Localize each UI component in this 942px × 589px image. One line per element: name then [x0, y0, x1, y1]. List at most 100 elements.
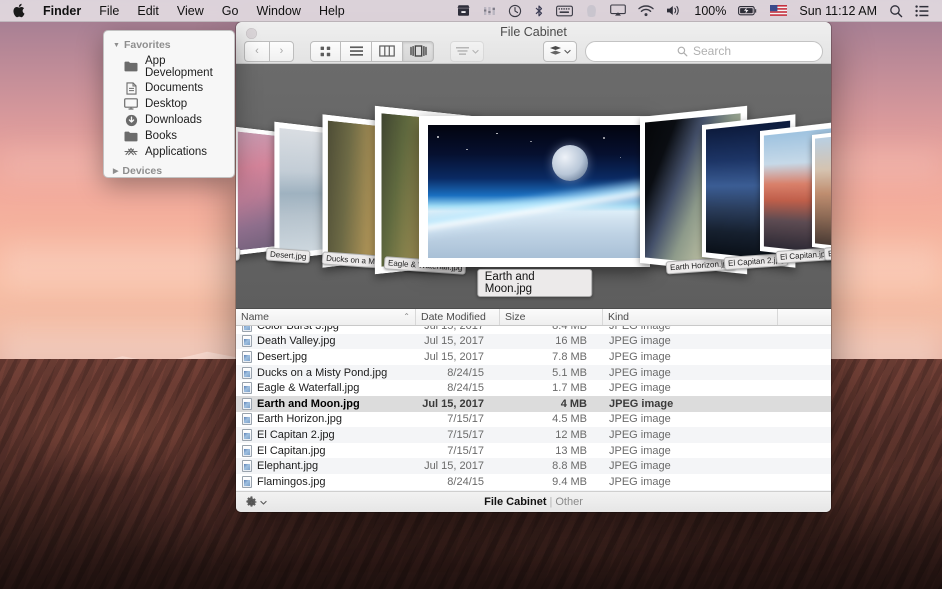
menu-item-view[interactable]: View	[168, 0, 213, 22]
sidebar-item-label: Downloads	[145, 114, 202, 126]
column-header-name[interactable]: Name ⌃	[236, 309, 416, 325]
table-row[interactable]: Desert.jpgJul 15, 20177.8 MBJPEG image	[236, 349, 831, 365]
jpeg-file-icon	[242, 445, 252, 457]
sidebar-item-documents[interactable]: Documents	[104, 80, 234, 96]
coverflow-view-icon[interactable]	[403, 41, 434, 62]
list-view-icon[interactable]	[341, 41, 372, 62]
finder-window[interactable]: File Cabinet ‹ ›	[236, 22, 831, 512]
table-row[interactable]: Ducks on a Misty Pond.jpg8/24/155.1 MBJP…	[236, 365, 831, 381]
download-icon	[124, 114, 138, 127]
finder-titlebar[interactable]: File Cabinet ‹ ›	[236, 22, 831, 64]
file-name-cell[interactable]: El Capitan.jpg	[236, 445, 416, 457]
jpeg-file-icon	[242, 429, 252, 441]
file-name-cell[interactable]: Ducks on a Misty Pond.jpg	[236, 367, 416, 379]
file-name-label: Death Valley.jpg	[257, 335, 335, 347]
table-row[interactable]: Eagle & Waterfall.jpg8/24/151.7 MBJPEG i…	[236, 380, 831, 396]
triangle-right-icon[interactable]: ▶	[113, 167, 118, 175]
menu-bar-apps: Finder File Edit View Go Window Help	[0, 0, 354, 22]
dropbox-icon[interactable]	[450, 0, 477, 22]
kind-cell: JPEG image	[603, 445, 778, 457]
menu-item-window[interactable]: Window	[247, 0, 309, 22]
menu-item-help[interactable]: Help	[310, 0, 354, 22]
bluetooth-icon[interactable]	[528, 0, 550, 22]
battery-charging-icon[interactable]	[732, 0, 764, 22]
us-flag-icon[interactable]	[764, 0, 793, 22]
triangle-down-icon[interactable]: ▼	[113, 42, 120, 49]
table-row[interactable]: Flamingos.jpg8/24/159.4 MBJPEG image	[236, 474, 831, 490]
volume-icon[interactable]	[660, 0, 688, 22]
back-button[interactable]: ‹	[244, 41, 269, 62]
file-name-cell[interactable]: Earth and Moon.jpg	[236, 398, 416, 410]
sidebar-item-applications[interactable]: Applications	[104, 144, 234, 160]
group-items-icon[interactable]	[543, 41, 577, 62]
file-name-cell[interactable]: Flamingos.jpg	[236, 476, 416, 488]
sidebar-group-devices[interactable]: ▶ Devices	[104, 163, 234, 179]
file-name-cell[interactable]: Earth Horizon.jpg	[236, 413, 416, 425]
search-input[interactable]: Search	[585, 41, 823, 62]
sidebar-group-favorites[interactable]: ▼ Favorites	[104, 37, 234, 53]
table-row[interactable]: Elephant.jpgJul 15, 20178.8 MBJPEG image	[236, 458, 831, 474]
sidebar-item-desktop[interactable]: Desktop	[104, 96, 234, 112]
sidebar-item-app-development[interactable]: App Development	[104, 53, 234, 80]
file-name-label: Ducks on a Misty Pond.jpg	[257, 367, 387, 379]
coverflow-selected-item[interactable]: Earth and Moon.jpg	[419, 116, 650, 267]
sidebar-popover[interactable]: ▼ Favorites App Development Documents De…	[103, 30, 235, 178]
table-row[interactable]: El Capitan 2.jpg7/15/1712 MBJPEG image	[236, 427, 831, 443]
siri-icon[interactable]	[579, 0, 604, 22]
equalizer-icon[interactable]	[477, 0, 502, 22]
sidebar-item-label: Documents	[145, 82, 203, 94]
sidebar-item-label: Desktop	[145, 98, 187, 110]
table-row[interactable]: Color Burst 3.jpgJul 15, 20178.4 MBJPEG …	[236, 326, 831, 334]
column-header-kind[interactable]: Kind	[603, 309, 778, 325]
kind-cell: JPEG image	[603, 382, 778, 394]
menu-item-edit[interactable]: Edit	[128, 0, 168, 22]
sidebar-item-downloads[interactable]: Downloads	[104, 112, 234, 128]
menu-item-finder[interactable]: Finder	[34, 0, 90, 22]
tag-primary-label[interactable]: File Cabinet	[484, 496, 546, 508]
icon-view-icon[interactable]	[310, 41, 341, 62]
arrange-by-icon[interactable]	[450, 41, 484, 62]
apple-logo-icon[interactable]	[10, 0, 34, 22]
date-modified-cell: 8/24/15	[416, 382, 500, 394]
file-name-label: Elephant.jpg	[257, 460, 318, 472]
file-name-cell[interactable]: Desert.jpg	[236, 351, 416, 363]
sidebar-item-books[interactable]: Books	[104, 128, 234, 144]
time-machine-icon[interactable]	[502, 0, 528, 22]
coverflow-item[interactable]: Ele	[812, 135, 831, 247]
file-name-cell[interactable]: Death Valley.jpg	[236, 335, 416, 347]
file-list[interactable]: Color Burst 3.jpgJul 15, 20178.4 MBJPEG …	[236, 326, 831, 491]
tag-secondary-label[interactable]: Other	[555, 496, 583, 508]
table-row[interactable]: El Capitan.jpg7/15/1713 MBJPEG image	[236, 443, 831, 459]
table-row[interactable]: Death Valley.jpgJul 15, 201716 MBJPEG im…	[236, 334, 831, 350]
file-name-cell[interactable]: Elephant.jpg	[236, 460, 416, 472]
kind-cell: JPEG image	[603, 326, 778, 332]
file-name-label: El Capitan.jpg	[257, 445, 326, 457]
table-row[interactable]: Earth Horizon.jpg7/15/174.5 MBJPEG image	[236, 412, 831, 428]
column-header-size[interactable]: Size	[500, 309, 603, 325]
menu-item-file[interactable]: File	[90, 0, 128, 22]
column-view-icon[interactable]	[372, 41, 403, 62]
menu-bar-clock[interactable]: Sun 11:12 AM	[793, 0, 883, 22]
keyboard-icon[interactable]	[550, 0, 579, 22]
file-name-cell[interactable]: Eagle & Waterfall.jpg	[236, 382, 416, 394]
column-header-blank[interactable]	[778, 309, 831, 325]
menu-item-go[interactable]: Go	[213, 0, 248, 22]
menu-bar: Finder File Edit View Go Window Help	[0, 0, 942, 22]
wifi-icon[interactable]	[632, 0, 660, 22]
file-name-cell[interactable]: El Capitan 2.jpg	[236, 429, 416, 441]
kind-cell: JPEG image	[603, 476, 778, 488]
size-cell: 12 MB	[500, 429, 603, 441]
navigation-buttons: ‹ ›	[244, 41, 294, 62]
table-row[interactable]: Earth and Moon.jpgJul 15, 20174 MBJPEG i…	[236, 396, 831, 412]
column-header-date-modified[interactable]: Date Modified	[416, 309, 500, 325]
airplay-icon[interactable]	[604, 0, 632, 22]
notification-center-icon[interactable]	[909, 0, 935, 22]
finder-toolbar: ‹ ›	[236, 39, 831, 63]
search-icon[interactable]	[883, 0, 909, 22]
file-name-cell[interactable]: Color Burst 3.jpg	[236, 326, 416, 332]
menu-bar-status-items: 100% Sun 11:12 AM	[450, 0, 942, 22]
coverflow-panel[interactable]: y.jpg Desert.jpg Ducks on a Misty Pond.j…	[236, 64, 831, 309]
kind-cell: JPEG image	[603, 398, 778, 410]
date-modified-cell: Jul 15, 2017	[416, 460, 500, 472]
forward-button[interactable]: ›	[269, 41, 294, 62]
